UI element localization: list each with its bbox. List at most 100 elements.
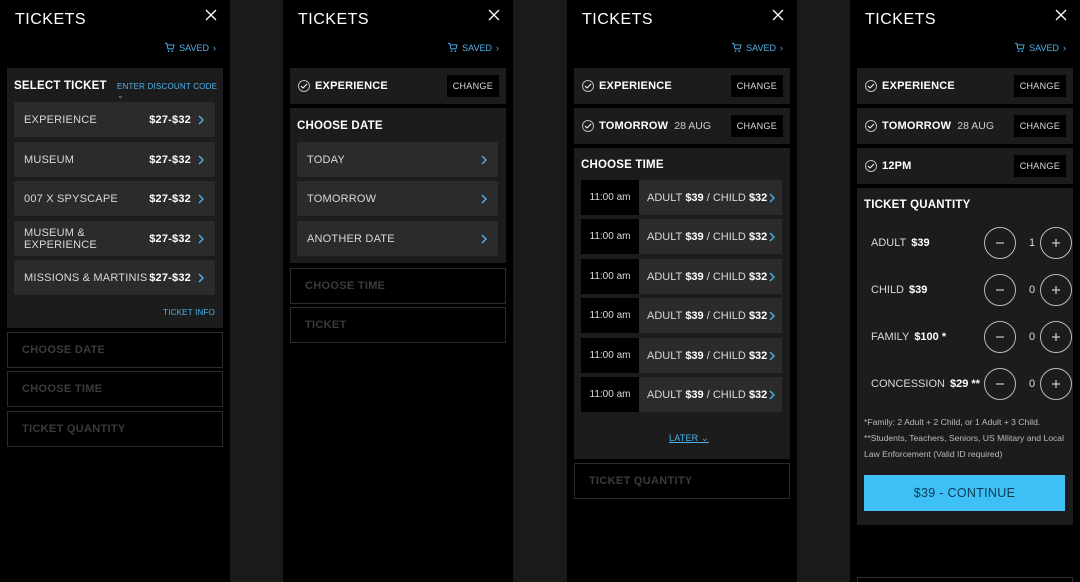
date-option-tomorrow[interactable]: TOMORROW	[297, 181, 498, 216]
step-ticket-quantity: TICKET QUANTITY	[574, 463, 790, 499]
cart-icon	[1015, 42, 1025, 52]
selected-sub: 28 AUG	[957, 120, 995, 132]
time-label: 11:00 am	[581, 298, 639, 333]
minus-icon	[996, 289, 1004, 291]
continue-button[interactable]: $39 - CONTINUE	[864, 475, 1065, 511]
ticket-label: MUSEUM & EXPERIENCE	[24, 226, 97, 251]
step-choose-time: CHOOSE TIME	[290, 268, 506, 304]
increment-button[interactable]	[1040, 321, 1072, 353]
increment-button[interactable]	[1040, 227, 1072, 259]
close-icon[interactable]	[204, 8, 218, 22]
quantity-row-concession: CONCESSION $29 ** 0	[864, 364, 1080, 404]
chevron-right-icon: ›	[213, 42, 216, 53]
selected-sub: 28 AUG	[674, 120, 712, 132]
decrement-button[interactable]	[984, 227, 1016, 259]
time-label: 11:00 am	[581, 338, 639, 373]
time-option[interactable]: 11:00 am ADULT $39 / CHILD $32	[581, 298, 782, 333]
change-button[interactable]: CHANGE	[1013, 155, 1066, 177]
quantity-label: CHILD	[871, 284, 905, 296]
plus-icon	[1052, 239, 1060, 247]
ticket-price: $27-$32	[149, 113, 191, 126]
date-option-another[interactable]: ANOTHER DATE	[297, 221, 498, 256]
quantity-label: FAMILY	[871, 331, 910, 343]
ticket-option-experience[interactable]: EXPERIENCE $27-$32	[14, 102, 215, 137]
saved-label: SAVED	[1029, 42, 1059, 53]
ticket-price: $27-$32	[149, 271, 191, 284]
page-title: TICKETS	[865, 11, 937, 28]
decrement-button[interactable]	[984, 368, 1016, 400]
close-icon[interactable]	[1054, 8, 1068, 22]
time-option[interactable]: 11:00 am ADULT $39 / CHILD $32	[581, 338, 782, 373]
decrement-button[interactable]	[984, 321, 1016, 353]
discount-code-link[interactable]: ENTER DISCOUNT CODE ⌄	[117, 82, 223, 100]
chevron-right-icon	[769, 193, 775, 202]
time-option[interactable]: 11:00 am ADULT $39 / CHILD $32	[581, 180, 782, 215]
chevron-right-icon	[769, 311, 775, 320]
chevron-right-icon: ›	[496, 42, 499, 53]
change-button[interactable]: CHANGE	[1013, 75, 1066, 97]
selected-ticket-row: EXPERIENCE CHANGE	[574, 68, 790, 104]
chevron-right-icon	[198, 273, 204, 282]
later-link[interactable]: LATER ⌄	[669, 433, 709, 444]
panel-ticket-quantity: TICKETS SAVED › EXPERIENCE CHANGE TOMORR…	[850, 0, 1080, 582]
increment-button[interactable]	[1040, 368, 1072, 400]
plus-icon	[1052, 333, 1060, 341]
section-title: CHOOSE DATE	[297, 120, 383, 132]
minus-icon	[996, 383, 1004, 385]
close-icon[interactable]	[487, 8, 501, 22]
time-price: ADULT $39 / CHILD $32	[639, 377, 782, 412]
plus-icon	[1052, 286, 1060, 294]
ticket-option-museum-experience[interactable]: MUSEUM & EXPERIENCE $27-$32	[14, 221, 215, 256]
time-price: ADULT $39 / CHILD $32	[639, 298, 782, 333]
ticket-quantity-card: TICKET QUANTITY ADULT $39 1 CHILD $39 0 FA…	[857, 188, 1073, 525]
cart-icon	[732, 42, 742, 52]
chevron-right-icon	[769, 272, 775, 281]
chevron-down-icon: ⌄	[701, 433, 709, 443]
chevron-right-icon	[198, 234, 204, 243]
quantity-row-adult: ADULT $39 1	[864, 223, 1080, 263]
close-icon[interactable]	[771, 8, 785, 22]
minus-icon	[996, 336, 1004, 338]
chevron-right-icon	[481, 155, 487, 164]
selected-label: EXPERIENCE	[599, 80, 672, 92]
saved-link[interactable]: SAVED ›	[1014, 42, 1066, 53]
time-option[interactable]: 11:00 am ADULT $39 / CHILD $32	[581, 377, 782, 412]
date-label: ANOTHER DATE	[307, 232, 395, 245]
selected-date-row: TOMORROW 28 AUG CHANGE	[574, 108, 790, 144]
check-icon	[865, 160, 877, 172]
minus-icon	[996, 242, 1004, 244]
ticket-info-link[interactable]: TICKET INFO	[163, 308, 215, 317]
quantity-price: $29 **	[949, 378, 980, 390]
date-option-today[interactable]: TODAY	[297, 142, 498, 177]
chevron-right-icon	[769, 232, 775, 241]
page-title: TICKETS	[582, 11, 654, 28]
saved-link[interactable]: SAVED ›	[164, 42, 216, 53]
ticket-option-museum[interactable]: MUSEUM $27-$32	[14, 142, 215, 177]
selected-label: TOMORROW	[599, 120, 669, 132]
change-button[interactable]: CHANGE	[446, 75, 499, 97]
increment-button[interactable]	[1040, 274, 1072, 306]
check-icon	[865, 80, 877, 92]
change-button[interactable]: CHANGE	[1013, 115, 1066, 137]
panel-choose-time: TICKETS SAVED › EXPERIENCE CHANGE TOMORR…	[567, 0, 797, 582]
ticket-label: EXPERIENCE	[24, 113, 97, 126]
decrement-button[interactable]	[984, 274, 1016, 306]
time-option[interactable]: 11:00 am ADULT $39 / CHILD $32	[581, 219, 782, 254]
step-ticket: TICKET	[290, 307, 506, 343]
ticket-label: MISSIONS & MARTINIS	[24, 271, 148, 284]
family-note: *Family: 2 Adult + 2 Child, or 1 Adult +…	[864, 417, 1041, 427]
time-label: 11:00 am	[581, 219, 639, 254]
time-option[interactable]: 11:00 am ADULT $39 / CHILD $32	[581, 259, 782, 294]
section-title: CHOOSE TIME	[581, 159, 664, 171]
ticket-option-007-spyscape[interactable]: 007 X SPYSCAPE $27-$32	[14, 181, 215, 216]
saved-link[interactable]: SAVED ›	[731, 42, 783, 53]
ticket-option-missions-martinis[interactable]: MISSIONS & MARTINIS $27-$32	[14, 260, 215, 295]
step-outline-partial	[857, 577, 1073, 582]
change-button[interactable]: CHANGE	[730, 75, 783, 97]
step-choose-date: CHOOSE DATE	[7, 332, 223, 368]
change-button[interactable]: CHANGE	[730, 115, 783, 137]
time-price: ADULT $39 / CHILD $32	[639, 338, 782, 373]
ticket-label: MUSEUM	[24, 153, 75, 166]
chevron-right-icon	[481, 234, 487, 243]
saved-link[interactable]: SAVED ›	[447, 42, 499, 53]
